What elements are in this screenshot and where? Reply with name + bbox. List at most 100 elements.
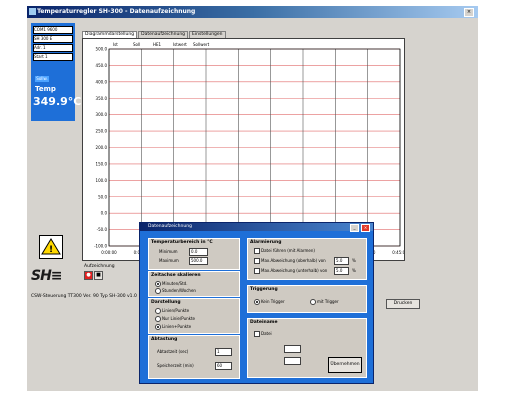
y-tick-label: 0.0 — [101, 211, 108, 216]
trigger-opt2-label: mit Trigger — [317, 299, 339, 304]
alarm-opt3-unit: % — [352, 268, 356, 273]
alarm-opt3-checkbox[interactable] — [254, 268, 260, 274]
alarm-opt3-input[interactable]: 5.0 — [334, 267, 349, 275]
time-opt1-radio[interactable] — [155, 281, 161, 287]
trigger-group: Triggerung Kein Trigger mit Trigger — [247, 285, 367, 313]
y-tick-label: 50.0 — [98, 194, 107, 199]
y-tick-label: 300.0 — [96, 112, 108, 117]
display-opt2-label: Nur Linie/Punkte — [162, 316, 195, 321]
recording-dialog: Datenaufzeichnung _ × Temperaturbereich … — [139, 222, 374, 384]
trigger-opt1-radio[interactable] — [254, 299, 260, 305]
y-tick-label: 200.0 — [96, 145, 108, 150]
record-button[interactable]: ● — [84, 271, 93, 280]
legend-entry: Soll — [133, 42, 140, 47]
min-input[interactable]: 0.0 — [189, 248, 208, 256]
x-tick-label: 0:00:00 — [101, 250, 117, 255]
print-button[interactable]: Drucken — [386, 299, 420, 309]
file-opt1-label: Datei — [261, 331, 272, 336]
window-title: Temperaturregler SH-300 - Datenaufzeichn… — [37, 8, 196, 15]
title-bar: Temperaturregler SH-300 - Datenaufzeichn… — [27, 6, 478, 18]
dialog-title: Datenaufzeichnung — [148, 224, 192, 229]
file-group: Dateiname Datei Übernehmen — [247, 318, 367, 378]
trigger-opt2-radio[interactable] — [310, 299, 316, 305]
close-icon[interactable]: × — [464, 8, 474, 17]
file-input2[interactable] — [284, 357, 301, 365]
svg-text:!: ! — [49, 245, 53, 255]
y-tick-label: -100.0 — [94, 244, 107, 249]
interval-input2[interactable]: 60 — [215, 362, 232, 370]
legend-entry: Sollwert — [193, 42, 210, 47]
time-opt2-radio[interactable] — [155, 288, 161, 294]
tab-bar: Diagrammdarstellung Datenaufzeichnung Eins… — [82, 31, 227, 38]
stop-button[interactable]: ■ — [94, 271, 103, 280]
dialog-close-icon[interactable]: × — [361, 224, 370, 232]
status-panel: COM1 9600 SH 300 E Adr. 1 Start 1 Sollw.… — [31, 23, 81, 121]
display-group: Darstellung Linien/Punkte Nur Linie/Punk… — [148, 298, 240, 334]
y-tick-label: 100.0 — [96, 178, 108, 183]
start-field[interactable]: Start 1 — [33, 53, 73, 61]
temp-label: Temp — [35, 85, 56, 93]
display-opt1-radio[interactable] — [155, 308, 161, 314]
y-tick-label: 400.0 — [96, 79, 108, 84]
interval-label1: Abtastzeit (sec) — [157, 349, 189, 354]
tab-recording[interactable]: Datenaufzeichnung — [138, 31, 189, 38]
min-label: Minimum — [159, 249, 178, 254]
alarm-opt2-input[interactable]: 5.0 — [334, 257, 349, 265]
legend-entry: Ist — [113, 42, 118, 47]
alarm-opt1-checkbox[interactable] — [254, 248, 260, 254]
display-title: Darstellung — [151, 300, 181, 305]
alarm-opt2-label: Max.Abweichung (oberhalb) von — [261, 258, 326, 263]
y-tick-label: 150.0 — [96, 161, 108, 166]
time-opt1-label: Minuten/Std. — [162, 281, 188, 286]
trigger-title: Triggerung — [250, 287, 278, 292]
y-tick-label: -50.0 — [97, 227, 108, 232]
temp-value: 349.9°C — [33, 95, 82, 108]
dialog-title-bar: Datenaufzeichnung _ × — [140, 223, 373, 232]
recorder-label: Aufzeichnung — [84, 264, 115, 269]
device-field[interactable]: SH 300 E — [33, 35, 73, 43]
time-opt2-label: Stunden/Wochen — [162, 288, 196, 293]
max-label: Maximum — [159, 258, 179, 263]
file-opt1-checkbox[interactable] — [254, 331, 260, 337]
legend-entry: HE1 — [153, 42, 162, 47]
alarm-opt2-checkbox[interactable] — [254, 258, 260, 264]
temp-range-group: Temperaturbereich in °C Minimum 0.0 Maxi… — [148, 238, 240, 270]
y-tick-label: 500.0 — [96, 47, 108, 52]
display-opt3-label: Linien+Punkte — [162, 324, 192, 329]
max-input[interactable]: 500.0 — [189, 257, 208, 265]
time-axis-title: Zeitachse skalieren — [151, 273, 201, 278]
display-opt1-label: Linien/Punkte — [162, 308, 190, 313]
port-field[interactable]: COM1 9600 — [33, 26, 73, 34]
warning-icon: ! — [41, 238, 61, 255]
recorder-controls: ● ■ — [84, 271, 104, 280]
setpoint-tag[interactable]: Sollw. — [35, 76, 49, 82]
apply-button[interactable]: Übernehmen — [328, 357, 362, 373]
address-field[interactable]: Adr. 1 — [33, 44, 73, 52]
y-tick-label: 350.0 — [96, 96, 108, 101]
tab-chart[interactable]: Diagrammdarstellung — [82, 31, 138, 38]
interval-input1[interactable]: 1 — [215, 348, 232, 356]
y-tick-label: 250.0 — [96, 129, 108, 134]
alarm-opt1-label: Datei führen (mit Alarmen) — [261, 248, 315, 253]
legend-entry: Istwert — [173, 42, 187, 47]
interval-title: Abtastung — [151, 337, 178, 342]
minimize-icon[interactable]: _ — [350, 224, 359, 232]
x-tick-label: 0:45:00 — [392, 250, 404, 255]
alarm-title: Alarmierung — [250, 240, 282, 245]
brand-logo: SH≡ — [31, 268, 63, 284]
time-axis-group: Zeitachse skalieren Minuten/Std. Stunden… — [148, 271, 240, 297]
file-title: Dateiname — [250, 320, 278, 325]
tab-settings[interactable]: Einstellungen — [189, 31, 226, 38]
temp-range-title: Temperaturbereich in °C — [151, 240, 213, 245]
interval-group: Abtastung Abtastzeit (sec) 1 Speicherzei… — [148, 335, 240, 379]
trigger-opt1-label: Kein Trigger — [261, 299, 285, 304]
app-icon — [29, 8, 36, 15]
display-opt3-radio[interactable] — [155, 324, 161, 330]
alarm-opt2-unit: % — [352, 258, 356, 263]
alarm-group: Alarmierung Datei führen (mit Alarmen) M… — [247, 238, 367, 280]
model-line: CSW-Steuerung TT300 Ver. 90 Typ SH-300 v… — [31, 294, 137, 299]
warning-button[interactable]: ! — [39, 235, 63, 259]
y-tick-label: 450.0 — [96, 63, 108, 68]
file-input1[interactable] — [284, 345, 301, 353]
display-opt2-radio[interactable] — [155, 316, 161, 322]
